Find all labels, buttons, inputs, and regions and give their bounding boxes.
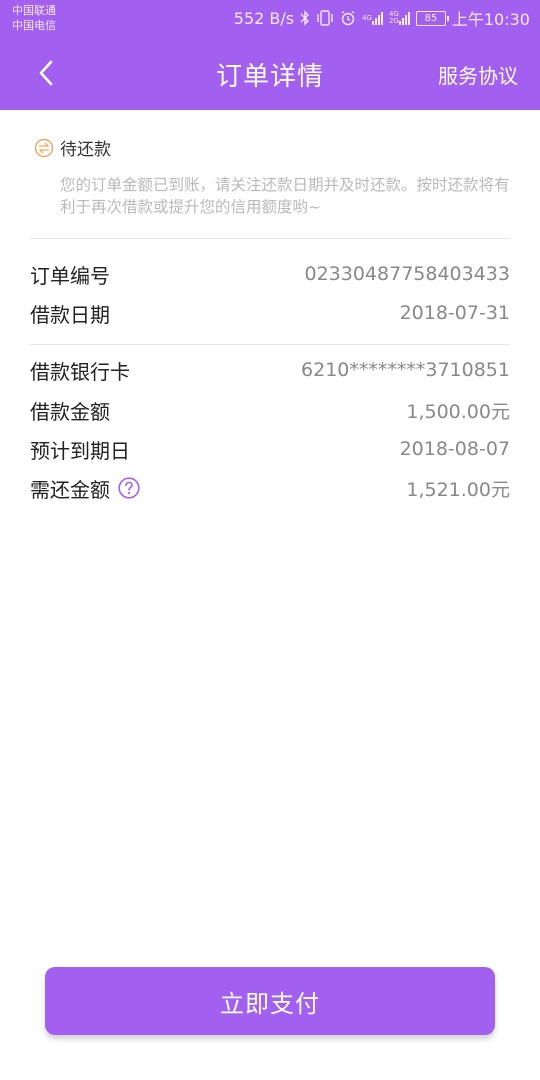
divider	[30, 238, 510, 239]
loan-amount-label: 借款金额	[30, 399, 110, 424]
question-circle-icon[interactable]	[118, 477, 140, 499]
order-status: 待还款	[34, 135, 111, 160]
carrier-2: 中国电信	[12, 19, 56, 32]
due-date-row: 预计到期日 2018-08-07	[30, 429, 510, 469]
repay-amount-label: 需还金额	[30, 477, 110, 502]
bank-card-value: 6210********3710851	[301, 359, 510, 381]
loan-amount-value: 1,500.00元	[406, 400, 510, 423]
loan-date-row: 借款日期 2018-07-31	[30, 293, 510, 333]
pay-now-button[interactable]: 立即支付	[45, 967, 495, 1035]
repay-amount-value: 1,521.00元	[406, 478, 510, 501]
bank-card-label: 借款银行卡	[30, 359, 130, 384]
nav-bar: 订单详情 服务协议	[0, 36, 540, 110]
order-number-row: 订单编号 02330487758403433	[30, 254, 510, 294]
carrier-1: 中国联通	[12, 4, 56, 17]
exchange-circle-icon	[34, 138, 54, 157]
service-agreement-link[interactable]: 服务协议	[438, 60, 518, 89]
repay-amount-row: 需还金额 1,521.00元	[30, 468, 510, 508]
clock: 上午10:30	[451, 10, 530, 29]
top-bar: 中国联通 中国电信 552 B/s 4G 4G 2G 85 上午10:30 订单…	[0, 0, 540, 110]
battery-icon: 85	[415, 10, 449, 26]
alarm-icon	[340, 10, 356, 26]
status-bar: 中国联通 中国电信 552 B/s 4G 4G 2G 85 上午10:30	[0, 0, 540, 36]
due-date-value: 2018-08-07	[399, 438, 510, 460]
battery-level: 85	[424, 12, 438, 24]
order-number-label: 订单编号	[30, 263, 110, 288]
divider	[30, 344, 510, 345]
cellular-signal-1-icon: 4G	[362, 11, 383, 25]
cellular-signal-2-icon: 4G 2G	[389, 11, 410, 25]
order-number-value: 02330487758403433	[304, 263, 510, 285]
network-type-2b: 2G	[388, 17, 399, 25]
loan-date-label: 借款日期	[30, 302, 110, 327]
network-speed: 552 B/s	[233, 8, 295, 28]
loan-amount-row: 借款金额 1,500.00元	[30, 390, 510, 430]
loan-date-value: 2018-07-31	[399, 302, 510, 324]
vibrate-icon	[316, 10, 334, 26]
bluetooth-icon	[300, 10, 310, 26]
order-status-label: 待还款	[60, 140, 111, 160]
order-status-notice: 您的订单金额已到账，请关注还款日期并及时还款。按时还款将有利于再次借款或提升您的…	[60, 176, 510, 216]
network-type-1: 4G	[362, 13, 372, 22]
status-icons: 552 B/s 4G 4G 2G 85 上午10:30	[234, 6, 530, 30]
carrier-info: 中国联通 中国电信	[12, 3, 56, 33]
due-date-label: 预计到期日	[30, 438, 130, 463]
bank-card-row: 借款银行卡 6210********3710851	[30, 350, 510, 390]
